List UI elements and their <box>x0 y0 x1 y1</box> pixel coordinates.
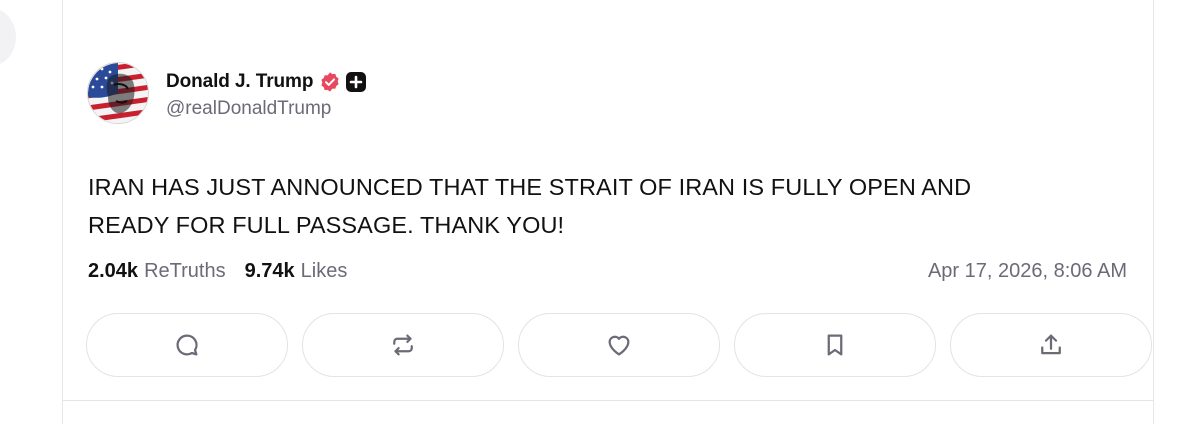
likes-count: 9.74k <box>244 260 295 282</box>
plus-badge-icon <box>346 71 367 92</box>
post-author: Donald J. Trump @realDonaldTrump <box>87 62 367 124</box>
avatar[interactable] <box>87 62 149 124</box>
post-stats: 2.04k ReTruths 9.74k Likes Apr 17, 2026,… <box>88 260 1127 283</box>
like-heart-icon <box>608 335 630 356</box>
share-button[interactable] <box>950 313 1152 377</box>
retruths-label: ReTruths <box>144 260 226 282</box>
retruth-icon <box>393 334 413 356</box>
like-button[interactable] <box>518 313 720 377</box>
side-panel-edge <box>0 8 16 66</box>
page: Donald J. Trump @realDonaldTrump IRAN HA… <box>0 0 1200 424</box>
bookmark-button[interactable] <box>734 313 936 377</box>
verified-badge-icon <box>319 71 341 93</box>
post-text-line: IRAN HAS JUST ANNOUNCED THAT THE STRAIT … <box>88 174 972 200</box>
card-divider <box>63 400 1153 401</box>
retruths-count: 2.04k <box>88 260 139 282</box>
likes-stat[interactable]: 9.74k Likes <box>245 260 348 283</box>
retruth-button[interactable] <box>302 313 504 377</box>
bookmark-icon <box>827 334 843 356</box>
likes-label: Likes <box>300 260 348 282</box>
share-icon <box>1041 334 1061 355</box>
author-handle[interactable]: @realDonaldTrump <box>166 98 366 120</box>
post-text-line: READY FOR FULL PASSAGE. THANK YOU! <box>88 212 565 238</box>
reply-icon <box>176 334 198 356</box>
post-card: Donald J. Trump @realDonaldTrump IRAN HA… <box>62 0 1154 424</box>
reply-button[interactable] <box>86 313 288 377</box>
post-timestamp[interactable]: Apr 17, 2026, 8:06 AM <box>928 260 1127 283</box>
post-actions <box>86 313 1152 377</box>
retruths-stat[interactable]: 2.04k ReTruths <box>88 260 226 283</box>
post-text: IRAN HAS JUST ANNOUNCED THAT THE STRAIT … <box>88 168 1128 244</box>
author-display-name[interactable]: Donald J. Trump <box>166 71 313 93</box>
